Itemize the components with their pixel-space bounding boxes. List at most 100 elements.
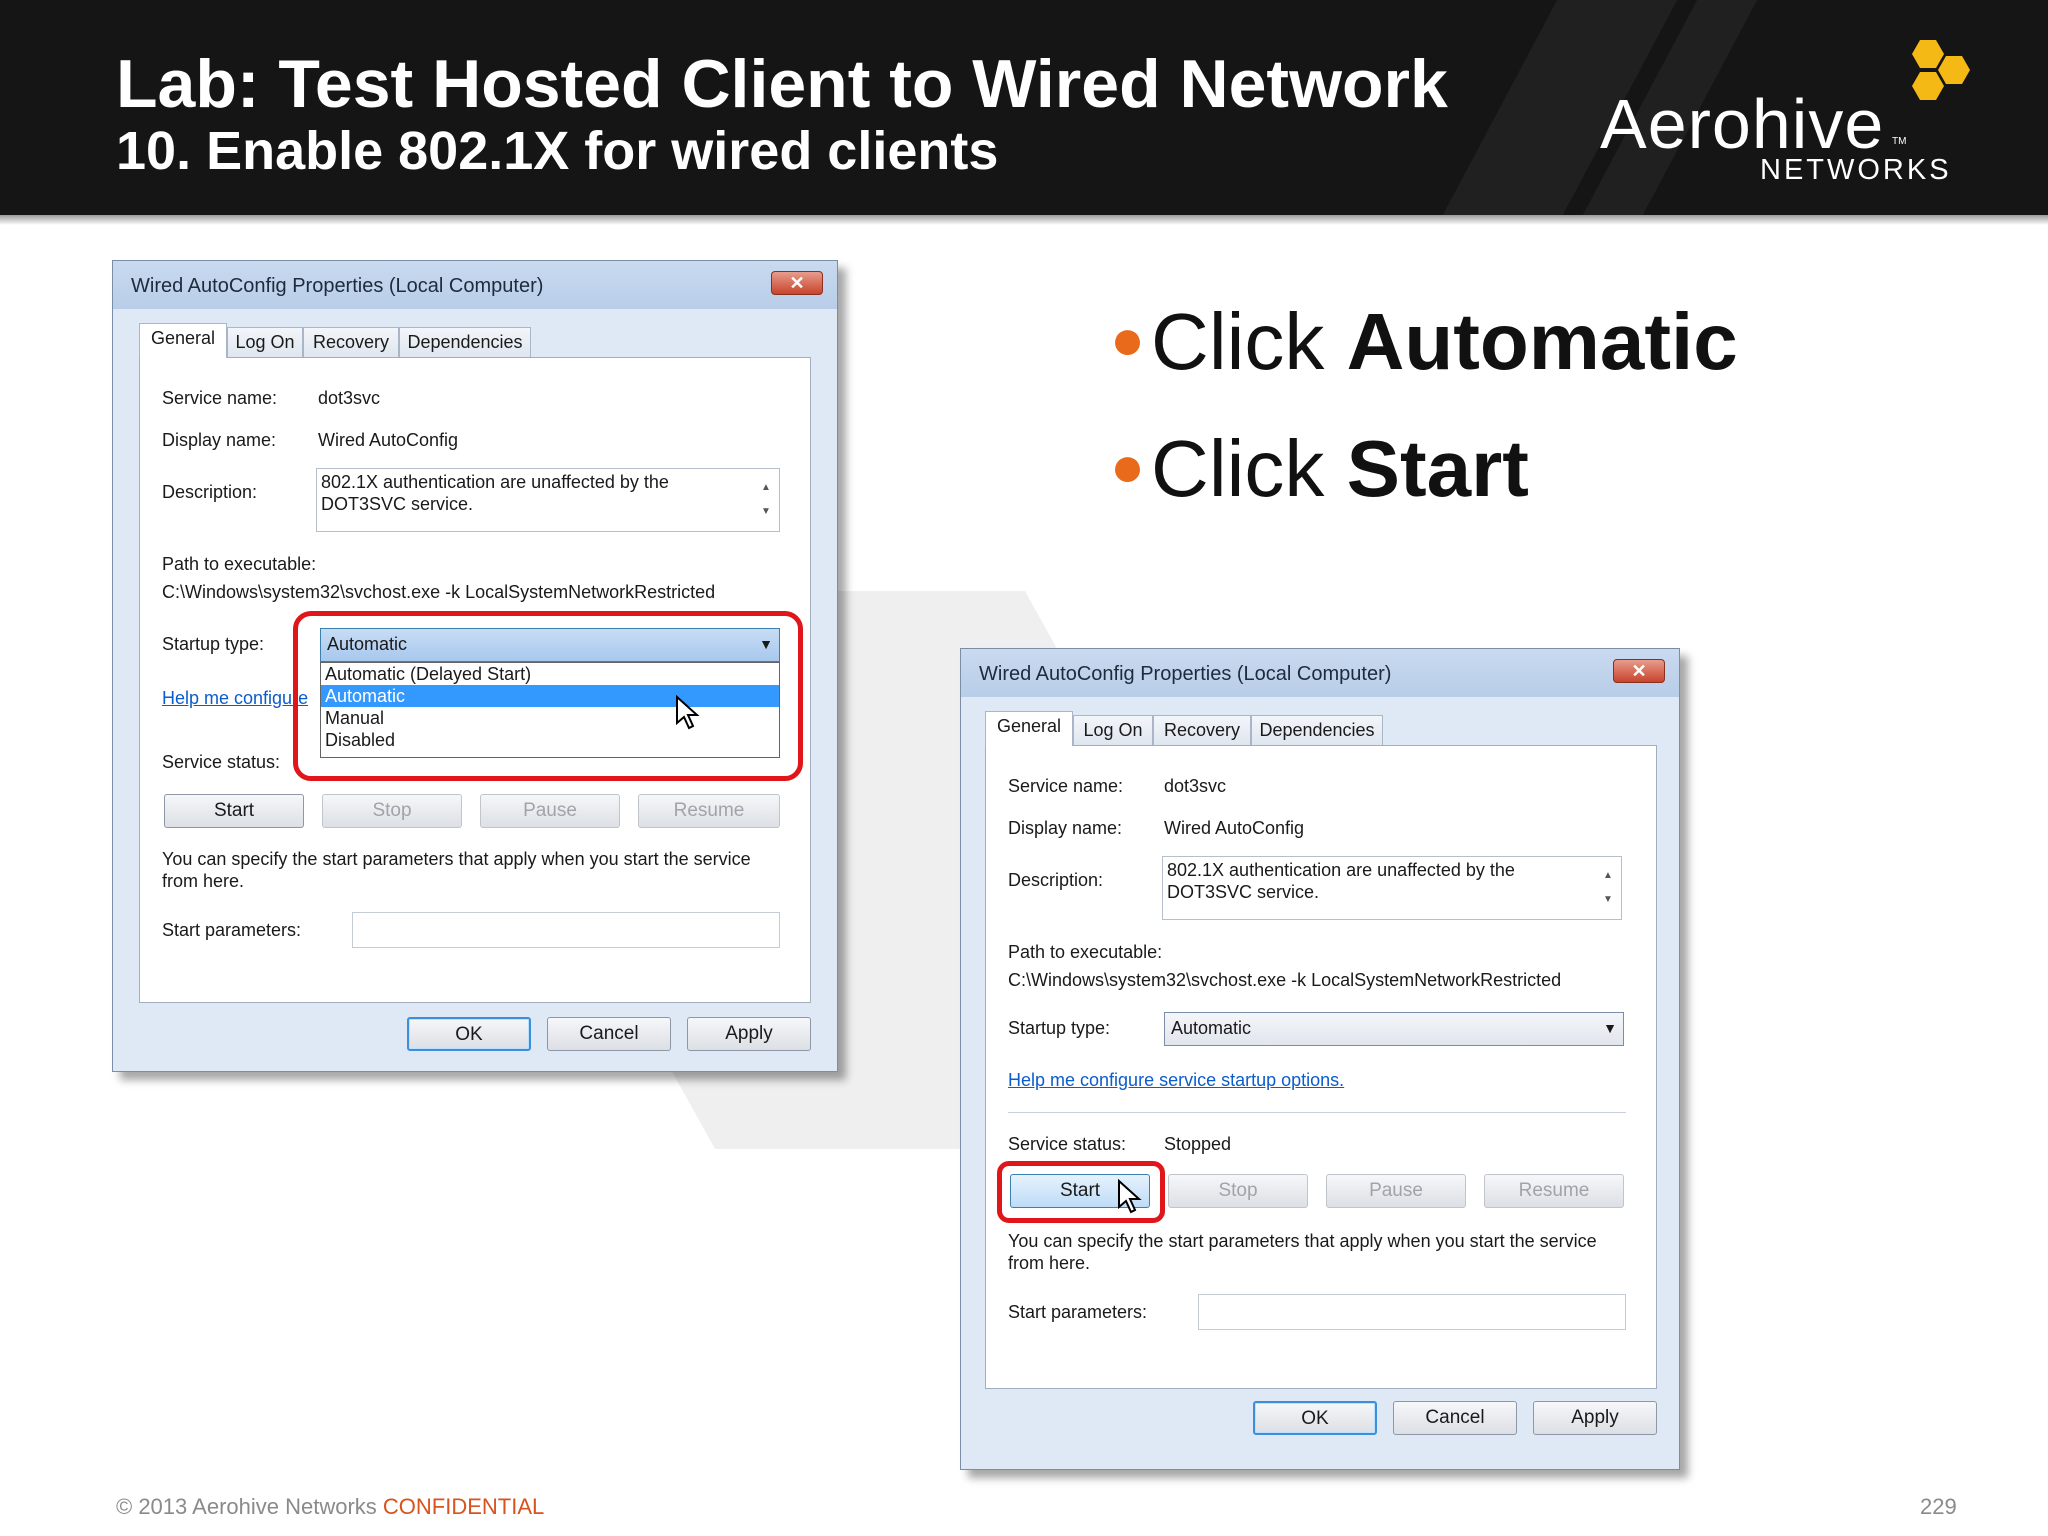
tab-general[interactable]: General (139, 323, 227, 358)
display-name-label: Display name: (1008, 818, 1123, 838)
description-label: Description: (162, 482, 258, 502)
apply-button[interactable]: Apply (687, 1017, 811, 1051)
startup-type-select[interactable]: Automatic ▼ (1164, 1012, 1624, 1046)
slide-title: Lab: Test Hosted Client to Wired Network (116, 46, 1448, 122)
start-params-input[interactable] (352, 912, 780, 948)
start-params-input[interactable] (1198, 1294, 1626, 1330)
description-scrollbar[interactable]: ▲ ▼ (1599, 859, 1619, 917)
footer-copyright: © 2013 Aerohive Networks CONFIDENTIAL (116, 1494, 544, 1520)
description-box[interactable]: 802.1X authentication are unaffected by … (1162, 856, 1622, 920)
service-status-label: Service status: (1008, 1134, 1127, 1154)
description-line: DOT3SVC service. (321, 494, 474, 514)
start-params-note: You can specify the start parameters tha… (162, 849, 751, 891)
bullet-click-start: ●Click Start (1110, 422, 1529, 514)
bullet-bold: Start (1346, 424, 1529, 513)
ok-button[interactable]: OK (1253, 1401, 1377, 1435)
cancel-button[interactable]: Cancel (547, 1017, 671, 1051)
ok-button[interactable]: OK (407, 1017, 531, 1051)
scroll-up-icon[interactable]: ▲ (761, 477, 771, 499)
service-name-label: Service name: (162, 388, 278, 408)
service-status-label: Service status: (162, 752, 281, 772)
logo-networks: NETWORKS (1760, 154, 1952, 186)
path-label: Path to executable: (1008, 942, 1163, 962)
tab-dependencies[interactable]: Dependencies (1251, 715, 1383, 745)
service-name-value: dot3svc (1164, 776, 1227, 796)
scroll-up-icon[interactable]: ▲ (1603, 865, 1613, 887)
path-value: C:\Windows\system32\svchost.exe -k Local… (162, 582, 716, 602)
service-name-value: dot3svc (318, 388, 381, 408)
start-params-label: Start parameters: (162, 920, 302, 940)
copyright-text: © 2013 Aerohive Networks (116, 1494, 383, 1519)
description-line: 802.1X authentication are unaffected by … (1167, 860, 1515, 880)
startup-type-label: Startup type: (162, 634, 265, 654)
close-icon[interactable]: ✕ (1613, 659, 1665, 683)
description-line: DOT3SVC service. (1167, 882, 1320, 902)
help-link[interactable]: Help me configure service startup option… (1008, 1070, 1344, 1091)
bullet-bold: Automatic (1346, 297, 1738, 386)
general-tab-panel: Service name: dot3svc Display name: Wire… (985, 745, 1657, 1389)
tab-dependencies[interactable]: Dependencies (399, 327, 531, 357)
path-value: C:\Windows\system32\svchost.exe -k Local… (1008, 970, 1562, 990)
resume-button[interactable]: Resume (1484, 1174, 1624, 1208)
help-link[interactable]: Help me configure (162, 688, 308, 709)
apply-button[interactable]: Apply (1533, 1401, 1657, 1435)
dialog-title: Wired AutoConfig Properties (Local Compu… (131, 275, 544, 297)
chevron-down-icon: ▼ (1603, 1020, 1617, 1036)
path-label: Path to executable: (162, 554, 317, 574)
startup-type-label: Startup type: (1008, 1018, 1111, 1038)
tab-bar: General Log On Recovery Dependencies (985, 711, 1505, 746)
tab-recovery[interactable]: Recovery (303, 327, 399, 357)
aerohive-logo: Aerohive TM NETWORKS (1590, 36, 1970, 196)
tab-general[interactable]: General (985, 711, 1073, 746)
dialog-titlebar: Wired AutoConfig Properties (Local Compu… (961, 649, 1679, 697)
logo-wordmark: Aerohive (1600, 85, 1885, 163)
slide-header: Lab: Test Hosted Client to Wired Network… (0, 0, 2048, 215)
tab-bar: General Log On Recovery Dependencies (139, 323, 659, 358)
description-line: 802.1X authentication are unaffected by … (321, 472, 669, 492)
display-name-label: Display name: (162, 430, 277, 450)
dialog-title: Wired AutoConfig Properties (Local Compu… (979, 663, 1392, 685)
header-shadow (0, 215, 2048, 225)
mouse-pointer-icon (1118, 1179, 1142, 1214)
logo-trademark: TM (1892, 136, 1907, 147)
start-params-note: You can specify the start parameters tha… (1008, 1231, 1597, 1273)
service-status-value: Stopped (1164, 1134, 1232, 1154)
start-params-label: Start parameters: (1008, 1302, 1148, 1322)
bullet-prefix: Click (1151, 424, 1347, 513)
confidential-label: CONFIDENTIAL (382, 1494, 545, 1519)
display-name-value: Wired AutoConfig (318, 430, 459, 450)
tab-recovery[interactable]: Recovery (1153, 715, 1251, 745)
scroll-down-icon[interactable]: ▼ (1603, 889, 1613, 911)
description-label: Description: (1008, 870, 1104, 890)
display-name-value: Wired AutoConfig (1164, 818, 1305, 838)
bullet-dot-icon: ● (1110, 307, 1146, 372)
close-icon[interactable]: ✕ (771, 271, 823, 295)
hive-logo-icon (1912, 40, 1970, 100)
cancel-button[interactable]: Cancel (1393, 1401, 1517, 1435)
bullet-dot-icon: ● (1110, 434, 1146, 499)
pause-button[interactable]: Pause (1326, 1174, 1466, 1208)
slide-subtitle: 10. Enable 802.1X for wired clients (116, 121, 999, 181)
properties-dialog-2: Wired AutoConfig Properties (Local Compu… (960, 648, 1680, 1470)
service-name-label: Service name: (1008, 776, 1124, 796)
page-number: 229 (1920, 1494, 1957, 1519)
bullet-click-automatic: ●Click Automatic (1110, 295, 1738, 387)
startup-type-value: Automatic (1171, 1018, 1252, 1038)
pause-button[interactable]: Pause (480, 794, 620, 828)
stop-button[interactable]: Stop (322, 794, 462, 828)
resume-button[interactable]: Resume (638, 794, 780, 828)
start-button[interactable]: Start (164, 794, 304, 828)
highlight-ring (293, 611, 803, 781)
mouse-pointer-icon (676, 695, 700, 730)
bullet-prefix: Click (1151, 297, 1347, 386)
dialog-titlebar: Wired AutoConfig Properties (Local Compu… (113, 261, 837, 309)
description-box[interactable]: 802.1X authentication are unaffected by … (316, 468, 780, 532)
stop-button[interactable]: Stop (1168, 1174, 1308, 1208)
slide: Lab: Test Hosted Client to Wired Network… (0, 0, 2048, 1536)
properties-dialog-1: Wired AutoConfig Properties (Local Compu… (112, 260, 838, 1072)
tab-log-on[interactable]: Log On (227, 327, 303, 357)
description-scrollbar[interactable]: ▲ ▼ (757, 471, 777, 529)
divider (1008, 1112, 1626, 1113)
scroll-down-icon[interactable]: ▼ (761, 501, 771, 523)
tab-log-on[interactable]: Log On (1073, 715, 1153, 745)
